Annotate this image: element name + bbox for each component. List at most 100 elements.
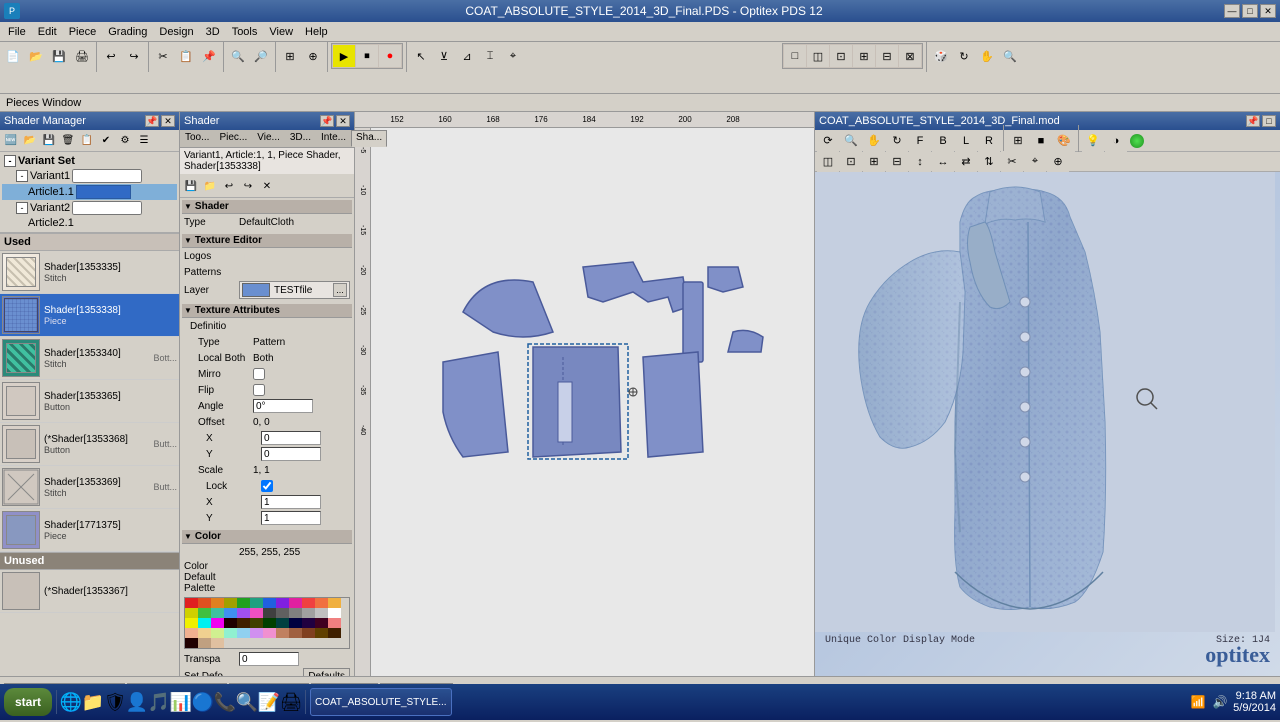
palette-color-cell[interactable] <box>250 628 263 638</box>
sm-settings-btn[interactable]: ⚙ <box>116 132 134 150</box>
3d-tb-shadow[interactable]: ◑ <box>1105 130 1127 152</box>
palette-color-cell[interactable] <box>315 618 328 628</box>
variant1-input[interactable] <box>72 169 142 183</box>
menu-file[interactable]: File <box>2 25 32 39</box>
shader-item-1353367[interactable]: (*Shader[1353367] <box>0 570 179 613</box>
offset-y-input[interactable] <box>261 447 321 461</box>
taskbar-explorer[interactable]: 🌐 <box>61 692 81 712</box>
tab-too[interactable]: Too... <box>180 130 214 147</box>
layer-more-button[interactable]: ... <box>333 283 347 297</box>
texture-attrs-header[interactable]: ▼ Texture Attributes <box>182 304 352 318</box>
palette-color-cell[interactable] <box>185 608 198 618</box>
shader-item-1353365[interactable]: Shader[1353365] Button <box>0 380 179 423</box>
3d-tb2-9[interactable]: ✂ <box>1001 151 1023 173</box>
shader-item-1353369[interactable]: Shader[1353369] Stitch Butt... <box>0 466 179 509</box>
3d-tb-solid[interactable]: ■ <box>1030 130 1052 152</box>
shader-undo-btn[interactable]: ↩ <box>220 178 238 196</box>
redo-button[interactable]: ↪ <box>123 45 145 67</box>
palette-color-cell[interactable] <box>185 618 198 628</box>
menu-view[interactable]: View <box>263 25 299 39</box>
color-section-header[interactable]: ▼ Color <box>182 530 352 544</box>
3d-tb2-10[interactable]: ⌖ <box>1024 151 1046 173</box>
palette-color-cell[interactable] <box>289 618 302 628</box>
tb-extra-1[interactable]: □ <box>784 45 806 67</box>
3d-tb-left[interactable]: L <box>955 130 977 152</box>
3d-tb-reset[interactable]: ⟳ <box>817 130 839 152</box>
cut-button[interactable]: ✂ <box>152 45 174 67</box>
menu-help[interactable]: Help <box>299 25 334 39</box>
palette-color-cell[interactable] <box>237 628 250 638</box>
taskbar-phone[interactable]: 📞 <box>215 692 235 712</box>
taskbar-active-app[interactable]: COAT_ABSOLUTE_STYLE... <box>310 688 452 716</box>
palette-color-cell[interactable] <box>276 598 289 608</box>
3d-tb-back[interactable]: B <box>932 130 954 152</box>
shader-item-1353340[interactable]: Shader[1353340] Stitch Bott... <box>0 337 179 380</box>
flip-checkbox[interactable] <box>253 384 265 396</box>
shader-panel-pin[interactable]: 📌 <box>320 115 334 127</box>
palette-color-cell[interactable] <box>263 618 276 628</box>
tool4-button[interactable]: ⌶ <box>479 45 501 67</box>
3d-panel-pin[interactable]: 📌 <box>1246 115 1260 127</box>
article1-input[interactable] <box>76 185 131 199</box>
start-button[interactable]: start <box>4 688 52 716</box>
panel-close-button[interactable]: ✕ <box>161 115 175 127</box>
texture-editor-header[interactable]: ▼ Texture Editor <box>182 234 352 248</box>
3d-tb2-4[interactable]: ⊟ <box>886 151 908 173</box>
palette-color-cell[interactable] <box>198 598 211 608</box>
palette-color-cell[interactable] <box>276 618 289 628</box>
paste-button[interactable]: 📌 <box>198 45 220 67</box>
menu-3d[interactable]: 3D <box>200 25 226 39</box>
palette-color-cell[interactable] <box>198 608 211 618</box>
print-button[interactable]: 🖨 <box>71 45 93 67</box>
tab-piec[interactable]: Piec... <box>214 130 252 147</box>
lock-checkbox[interactable] <box>261 480 273 492</box>
palette-color-cell[interactable] <box>263 598 276 608</box>
sm-new-btn[interactable]: 🆕 <box>2 132 20 150</box>
menu-grading[interactable]: Grading <box>102 25 153 39</box>
palette-color-cell[interactable] <box>250 608 263 618</box>
3d-tb2-3[interactable]: ⊞ <box>863 151 885 173</box>
sm-list-btn[interactable]: ☰ <box>135 132 153 150</box>
shader-saveas-btn[interactable]: 📁 <box>201 178 219 196</box>
menu-edit[interactable]: Edit <box>32 25 63 39</box>
sm-apply-btn[interactable]: ✔ <box>97 132 115 150</box>
taskbar-user[interactable]: 👤 <box>127 692 147 712</box>
palette-color-cell[interactable] <box>198 638 211 648</box>
3d-tb-front[interactable]: F <box>909 130 931 152</box>
3d-tb2-8[interactable]: ⇅ <box>978 151 1000 173</box>
menu-piece[interactable]: Piece <box>63 25 103 39</box>
palette-color-cell[interactable] <box>328 628 341 638</box>
3d-play-button[interactable]: ▶ <box>333 45 355 67</box>
variant2-item[interactable]: - Variant2 <box>2 200 177 216</box>
taskbar-print[interactable]: 🖨 <box>281 692 301 712</box>
palette-color-cell[interactable] <box>263 628 276 638</box>
palette-color-cell[interactable] <box>302 608 315 618</box>
scale-x-input[interactable] <box>261 495 321 509</box>
3d-tb2-1[interactable]: ◫ <box>817 151 839 173</box>
tb-extra-2[interactable]: ◫ <box>807 45 829 67</box>
close-button[interactable]: ✕ <box>1260 4 1276 18</box>
tab-3d[interactable]: 3D... <box>285 130 316 147</box>
palette-color-cell[interactable] <box>237 608 250 618</box>
palette-color-cell[interactable] <box>302 598 315 608</box>
shader-item-1353338[interactable]: Shader[1353338] Piece <box>0 294 179 337</box>
undo-button[interactable]: ↩ <box>100 45 122 67</box>
3d-rotate-button[interactable]: ↻ <box>953 45 975 67</box>
sm-save-btn[interactable]: 💾 <box>40 132 58 150</box>
3d-tb-rotate[interactable]: ↻ <box>886 130 908 152</box>
tab-sha[interactable]: Sha... <box>351 130 387 147</box>
angle-input[interactable] <box>253 399 313 413</box>
pieces-window-tab[interactable]: Pieces Window <box>0 94 1280 112</box>
3d-stop-button[interactable]: ⏹ <box>356 45 378 67</box>
3d-tb2-11[interactable]: ⊕ <box>1047 151 1069 173</box>
tool2-button[interactable]: ⊻ <box>433 45 455 67</box>
taskbar-search[interactable]: 🔍 <box>237 692 257 712</box>
mirror-checkbox[interactable] <box>253 368 265 380</box>
copy-button[interactable]: 📋 <box>175 45 197 67</box>
3d-tb-pan[interactable]: ✋ <box>863 130 885 152</box>
palette-color-cell[interactable] <box>237 598 250 608</box>
palette-color-cell[interactable] <box>302 628 315 638</box>
palette-color-cell[interactable] <box>289 598 302 608</box>
palette-color-cell[interactable] <box>211 628 224 638</box>
transparency-input[interactable] <box>239 652 299 666</box>
